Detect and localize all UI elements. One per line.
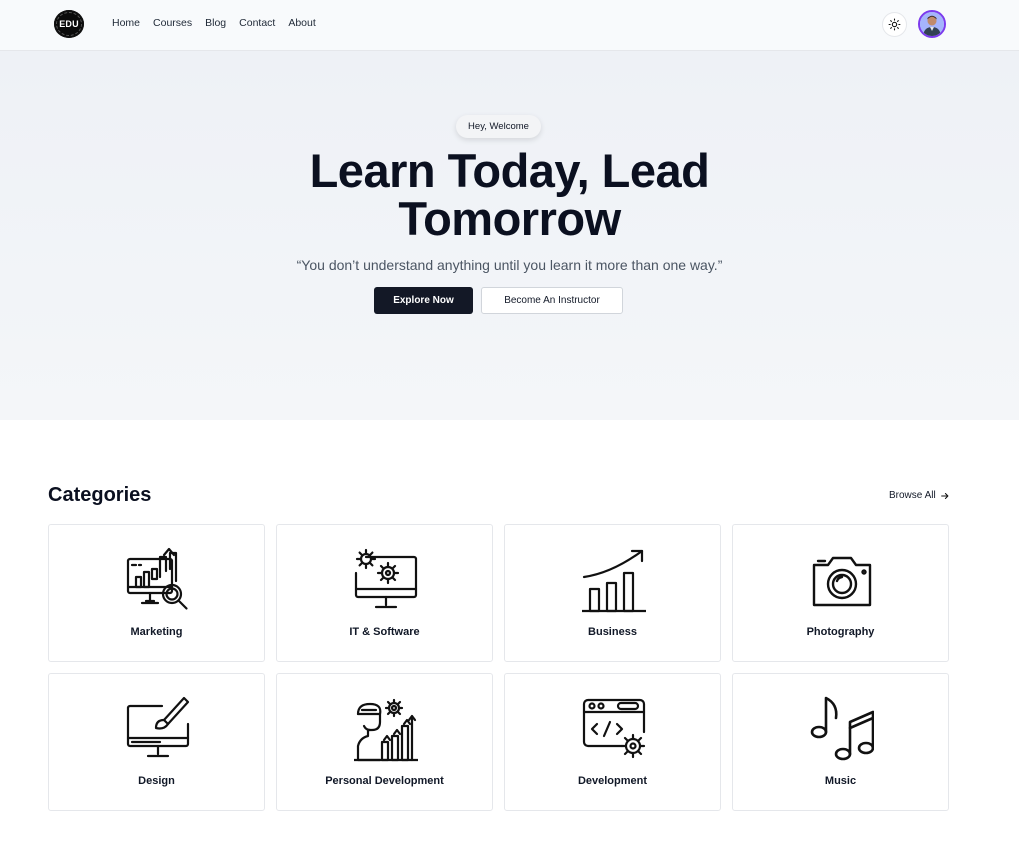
- site-logo[interactable]: EDU: [54, 10, 84, 38]
- browse-all-label: Browse All: [889, 490, 936, 501]
- logo-text: EDU: [59, 19, 79, 29]
- browse-all-link[interactable]: Browse All: [889, 490, 950, 501]
- nav-links: Home Courses Blog Contact About: [112, 17, 329, 29]
- category-label: Design: [138, 775, 175, 787]
- explore-now-button[interactable]: Explore Now: [374, 287, 473, 314]
- marketing-icon: [126, 547, 188, 610]
- become-instructor-button[interactable]: Become An Instructor: [481, 287, 623, 314]
- category-label: Music: [824, 775, 857, 787]
- category-card-it-software[interactable]: IT & Software: [276, 524, 493, 662]
- category-card-design[interactable]: Design: [48, 673, 265, 811]
- welcome-badge: Hey, Welcome: [456, 115, 541, 138]
- top-navbar: EDU Home Courses Blog Contact About: [0, 0, 1019, 51]
- business-icon: [582, 549, 646, 613]
- category-card-photography[interactable]: Photography: [732, 524, 949, 662]
- category-card-marketing[interactable]: Marketing: [48, 524, 265, 662]
- category-label: IT & Software: [349, 626, 420, 638]
- camera-icon: [812, 556, 872, 607]
- user-photo-icon: [920, 12, 944, 36]
- category-card-development[interactable]: Development: [504, 673, 721, 811]
- category-card-personal-development[interactable]: Personal Development: [276, 673, 493, 811]
- category-card-music[interactable]: Music: [732, 673, 949, 811]
- hero-title-line-1: Learn Today, Lead: [309, 144, 710, 197]
- category-label: Development: [577, 775, 648, 787]
- sun-icon: [888, 18, 901, 31]
- category-label: Business: [588, 626, 637, 638]
- hero-title-line-2: Tomorrow: [398, 192, 621, 245]
- category-label: Personal Development: [325, 775, 444, 787]
- hero-title: Learn Today, Lead Tomorrow: [0, 147, 1019, 243]
- theme-toggle-button[interactable]: [882, 12, 907, 37]
- it-software-icon: [354, 548, 418, 609]
- category-label: Photography: [806, 626, 875, 638]
- category-label: Marketing: [130, 626, 183, 638]
- development-icon: [582, 698, 646, 759]
- design-icon: [126, 696, 190, 758]
- user-avatar[interactable]: [918, 10, 946, 38]
- hero-quote: “You don’t understand anything until you…: [296, 257, 723, 273]
- arrow-right-icon: [940, 492, 949, 499]
- nav-link-blog[interactable]: Blog: [205, 17, 226, 29]
- nav-link-home[interactable]: Home: [112, 17, 140, 29]
- categories-heading: Categories: [48, 484, 152, 506]
- nav-link-contact[interactable]: Contact: [239, 17, 275, 29]
- nav-link-courses[interactable]: Courses: [153, 17, 192, 29]
- category-card-business[interactable]: Business: [504, 524, 721, 662]
- hero-section: Hey, Welcome Learn Today, Lead Tomorrow …: [0, 51, 1019, 420]
- music-icon: [810, 696, 874, 761]
- personal-development-icon: [354, 698, 418, 762]
- nav-link-about[interactable]: About: [288, 17, 315, 29]
